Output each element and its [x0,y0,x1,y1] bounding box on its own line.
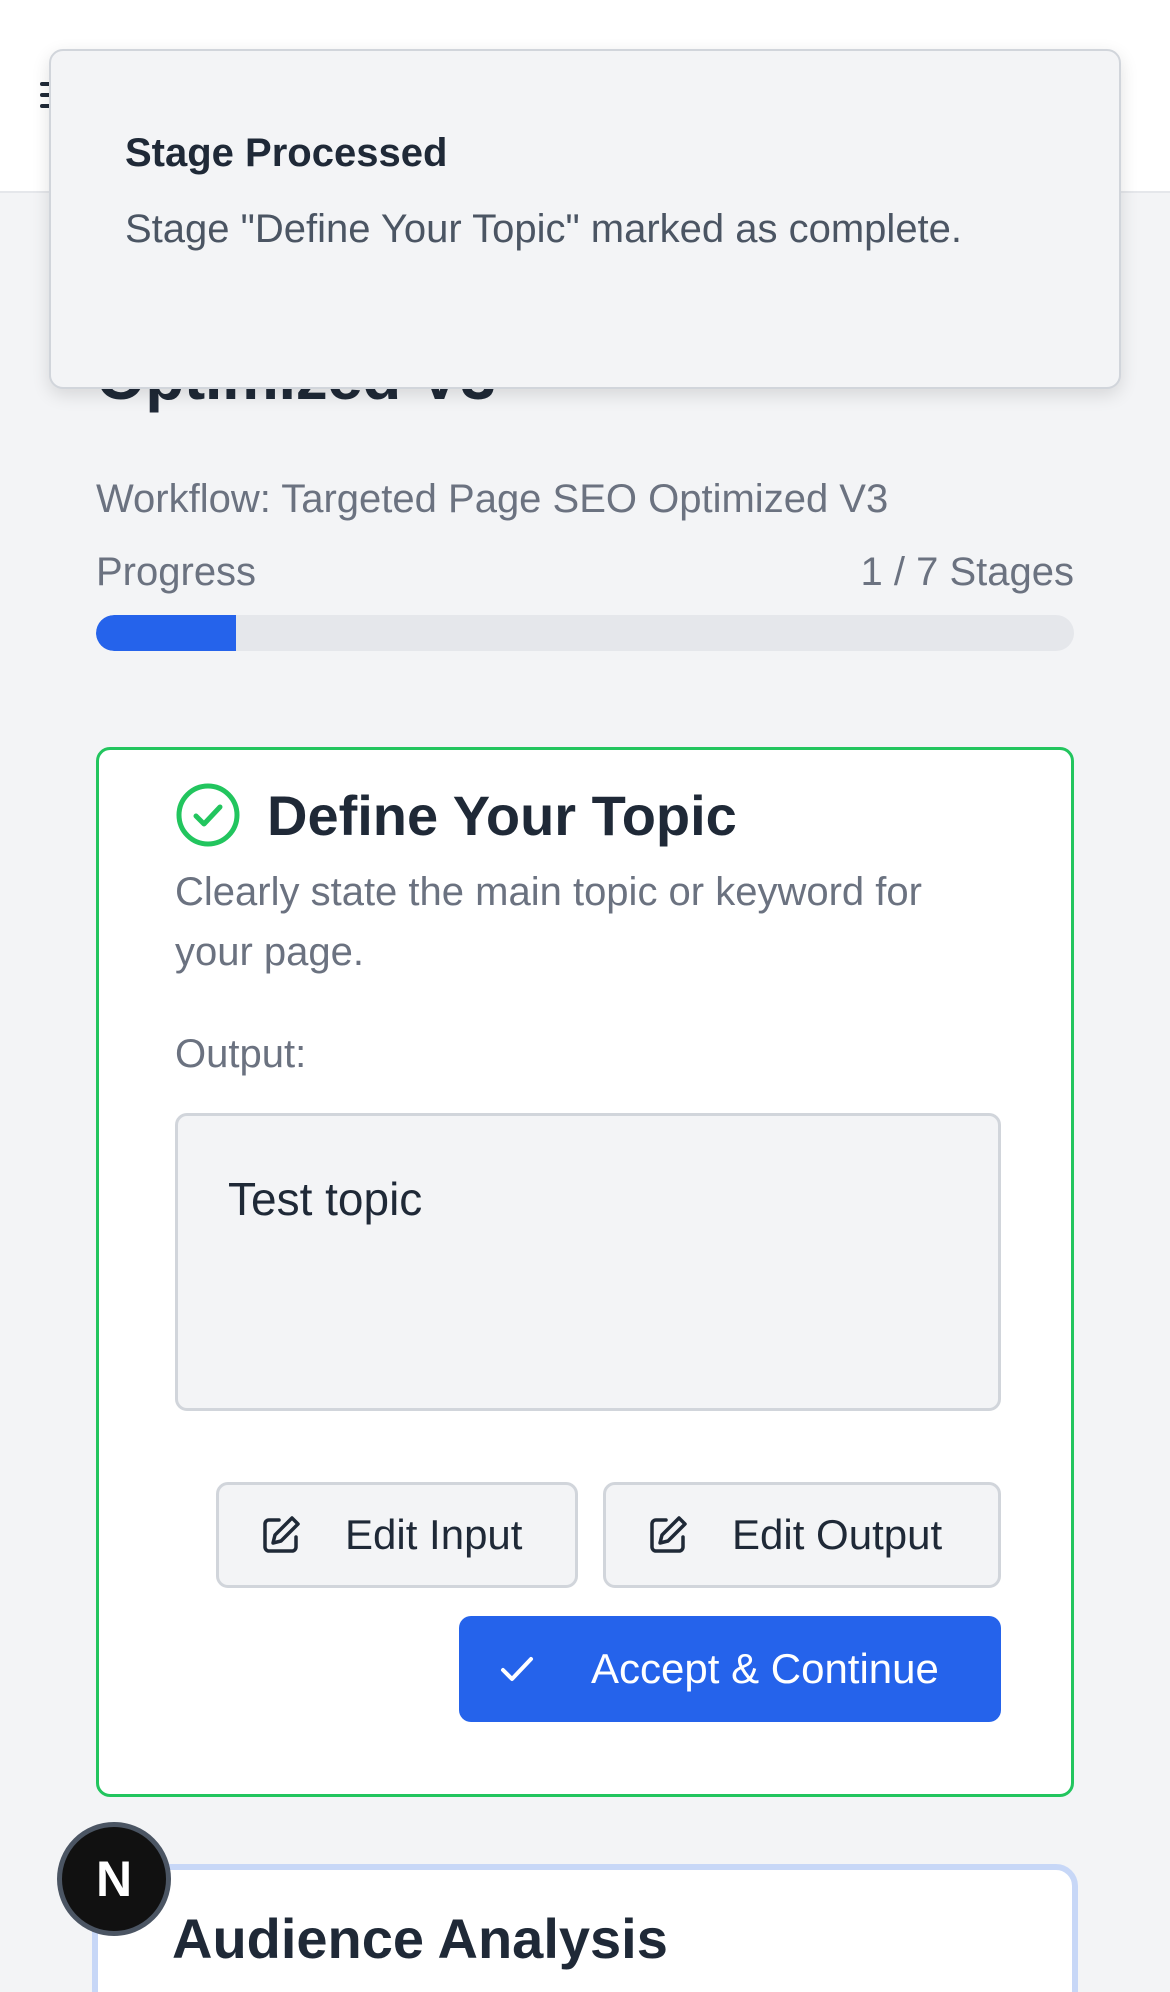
workflow-name: Workflow: Targeted Page SEO Optimized V3 [96,477,889,521]
output-field[interactable]: Test topic [175,1113,1001,1411]
output-label: Output: [175,1032,307,1076]
toast-message: Stage "Define Your Topic" marked as comp… [125,207,963,251]
checkmark-icon [501,1657,533,1681]
edit-input-button[interactable]: Edit Input [216,1482,578,1588]
progress-header: Progress 1 / 7 Stages [96,550,1074,595]
edit-output-label: Edit Output [732,1511,943,1558]
progress-bar [96,615,1074,651]
badge-letter: N [95,1851,133,1907]
progress-count: 1 / 7 Stages [860,550,1074,594]
next-stage-card: Audience Analysis [92,1864,1078,1992]
dev-tools-badge[interactable]: N [57,1822,171,1936]
stage-description: Clearly state the main topic or keyword … [175,870,922,974]
progress-bar-fill [96,615,236,651]
progress-label: Progress [96,550,257,594]
edit-icon [263,1516,300,1553]
edit-input-label: Edit Input [345,1511,523,1558]
accept-continue-button[interactable]: Accept & Continue [459,1616,1001,1722]
next-stage-title: Audience Analysis [172,1907,668,1970]
stage-header: Define Your Topic [175,782,737,848]
stage-card: Define Your Topic Clearly state the main… [96,747,1074,1797]
toast-title: Stage Processed [125,131,448,175]
accept-continue-label: Accept & Continue [591,1645,939,1692]
stage-title: Define Your Topic [267,783,737,847]
check-circle-icon [176,783,240,847]
toast-notification: Stage Processed Stage "Define Your Topic… [49,49,1121,389]
edit-output-button[interactable]: Edit Output [603,1482,1001,1588]
edit-icon [650,1516,687,1553]
